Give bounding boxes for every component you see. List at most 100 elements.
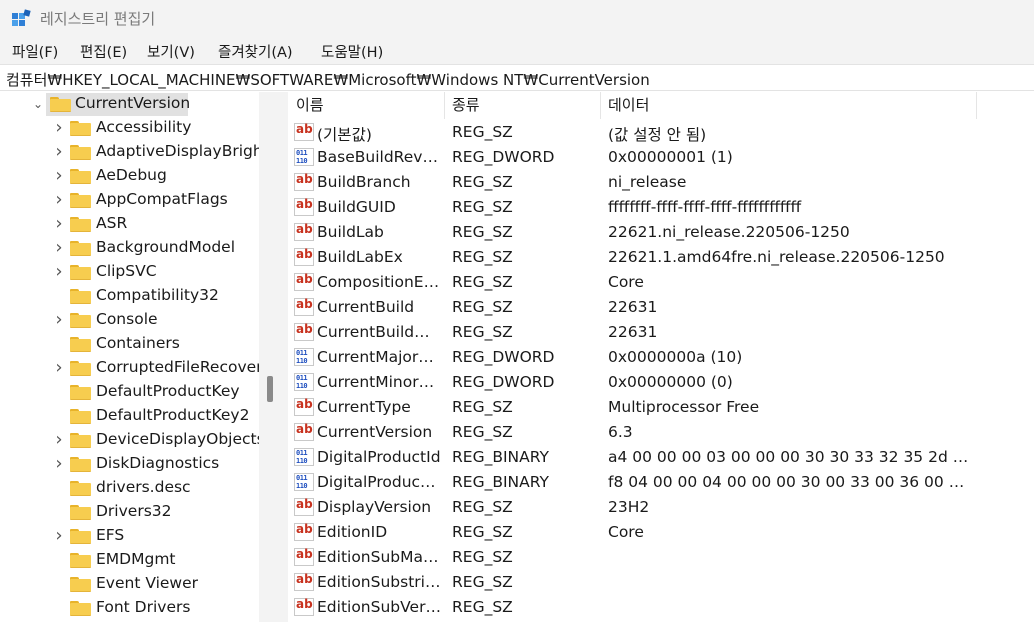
column-header-name[interactable]: 이름 <box>296 92 324 119</box>
tree-item-label: DiskDiagnostics <box>96 454 220 472</box>
value-row[interactable]: ab BuildGUID REG_SZ ffffffff-ffff-ffff-ffff… <box>288 195 1034 220</box>
tree-item-selected[interactable]: ⌄ CurrentVersion <box>0 92 259 116</box>
value-name: EditionSubstring <box>317 573 441 591</box>
address-bar[interactable]: 컴퓨터₩HKEY_LOCAL_MACHINE₩SOFTWARE₩Microsof… <box>0 64 1034 91</box>
tree-item[interactable]: Containers <box>0 332 259 356</box>
tree-scrollbar-thumb[interactable] <box>267 376 273 402</box>
value-name: EditionSubMan... <box>317 548 441 566</box>
value-row[interactable]: 011 110 CurrentMajorV... REG_DWORD 0x0000000… <box>288 345 1034 370</box>
tree-item[interactable]: Drivers32 <box>0 500 259 524</box>
tree-item[interactable]: › BackgroundModel <box>0 236 259 260</box>
value-row[interactable]: 011 110 CurrentMinorV... REG_DWORD 0x0000000… <box>288 370 1034 395</box>
chevron-right-icon[interactable]: › <box>52 428 66 452</box>
column-header-type[interactable]: 종류 <box>452 92 480 119</box>
folder-icon <box>70 553 91 568</box>
value-type: REG_SZ <box>452 598 513 616</box>
tree-item[interactable]: › ClipSVC <box>0 260 259 284</box>
reg-sz-ab-icon: ab <box>294 522 314 541</box>
chevron-right-icon[interactable]: › <box>52 356 66 380</box>
value-type: REG_SZ <box>452 573 513 591</box>
column-divider[interactable] <box>976 92 977 119</box>
column-divider[interactable] <box>600 92 601 119</box>
tree-item[interactable]: › ASR <box>0 212 259 236</box>
folder-icon <box>70 241 91 256</box>
tree-item-label: Accessibility <box>96 118 192 136</box>
value-name: BuildLabEx <box>317 248 403 266</box>
value-row[interactable]: 011 110 BaseBuildRevisi... REG_DWORD 0x00000… <box>288 145 1034 170</box>
value-row[interactable]: ab EditionSubVersi... REG_SZ <box>288 595 1034 620</box>
value-row[interactable]: 011 110 DigitalProductId REG_BINARY a4 00 00… <box>288 445 1034 470</box>
tree-item[interactable]: › Accessibility <box>0 116 259 140</box>
tree-scrollbar[interactable] <box>259 92 276 622</box>
tree-item[interactable]: DefaultProductKey2 <box>0 404 259 428</box>
value-data: 22621.1.amd64fre.ni_release.220506-1250 <box>608 248 945 266</box>
tree-item[interactable]: DefaultProductKey <box>0 380 259 404</box>
value-row[interactable]: ab DisplayVersion REG_SZ 23H2 <box>288 495 1034 520</box>
tree-item[interactable]: › DiskDiagnostics <box>0 452 259 476</box>
value-row[interactable]: ab CompositionEd... REG_SZ Core <box>288 270 1034 295</box>
folder-icon <box>70 289 91 304</box>
reg-sz-ab-icon: ab <box>294 322 314 341</box>
tree-item[interactable]: › AppCompatFlags <box>0 188 259 212</box>
tree-item[interactable]: › AdaptiveDisplayBright <box>0 140 268 164</box>
value-row[interactable]: ab CurrentVersion REG_SZ 6.3 <box>288 420 1034 445</box>
value-row[interactable]: ab CurrentType REG_SZ Multiprocessor Free <box>288 395 1034 420</box>
value-data: 6.3 <box>608 423 633 441</box>
chevron-down-icon[interactable]: ⌄ <box>31 92 45 116</box>
chevron-right-icon[interactable]: › <box>52 164 66 188</box>
tree-item[interactable]: › Console <box>0 308 259 332</box>
reg-sz-ab-icon: ab <box>294 272 314 291</box>
value-row[interactable]: ab BuildLab REG_SZ 22621.ni_release.220506-… <box>288 220 1034 245</box>
menu-help[interactable]: 도움말(H) <box>321 41 383 62</box>
tree-item[interactable]: › CorruptedFileRecovery <box>0 356 271 380</box>
chevron-right-icon[interactable]: › <box>52 260 66 284</box>
tree-item[interactable]: Font Drivers <box>0 596 259 620</box>
value-row[interactable]: ab EditionSubMan... REG_SZ <box>288 545 1034 570</box>
column-divider[interactable] <box>444 92 445 119</box>
chevron-right-icon[interactable]: › <box>52 116 66 140</box>
tree-item-label: Drivers32 <box>96 502 172 520</box>
chevron-right-icon[interactable]: › <box>52 452 66 476</box>
tree-item[interactable]: Event Viewer <box>0 572 259 596</box>
chevron-right-icon[interactable]: › <box>52 308 66 332</box>
value-row[interactable]: ab BuildBranch REG_SZ ni_release <box>288 170 1034 195</box>
value-row[interactable]: ab (기본값) REG_SZ (값 설정 안 됨) <box>288 120 1034 145</box>
chevron-right-icon[interactable]: › <box>52 212 66 236</box>
column-header-data[interactable]: 데이터 <box>608 92 649 119</box>
tree-item[interactable]: EMDMgmt <box>0 548 259 572</box>
value-row[interactable]: ab CurrentBuild REG_SZ 22631 <box>288 295 1034 320</box>
tree-item[interactable]: › AeDebug <box>0 164 259 188</box>
value-data: Core <box>608 523 644 541</box>
menu-file[interactable]: 파일(F) <box>12 41 58 62</box>
value-row[interactable]: ab BuildLabEx REG_SZ 22621.1.amd64fre.ni_re… <box>288 245 1034 270</box>
value-row[interactable]: ab EditionSubstring REG_SZ <box>288 570 1034 595</box>
menu-favorites[interactable]: 즐겨찾기(A) <box>218 41 293 62</box>
chevron-right-icon[interactable]: › <box>52 524 66 548</box>
folder-icon <box>70 505 91 520</box>
tree-item[interactable]: › DeviceDisplayObjects <box>0 428 264 452</box>
tree-item-label: Event Viewer <box>96 574 199 592</box>
reg-binary-icon: 011 110 <box>294 348 314 366</box>
tree-item[interactable]: drivers.desc <box>0 476 259 500</box>
value-row[interactable]: 011 110 DigitalProductI... REG_BINARY f8 04 … <box>288 470 1034 495</box>
menu-bar: 파일(F) 편집(E) 보기(V) 즐겨찾기(A) 도움말(H) <box>0 38 1034 64</box>
tree-item[interactable]: Compatibility32 <box>0 284 259 308</box>
tree-item-label: CurrentVersion <box>75 94 191 112</box>
pane-splitter[interactable] <box>276 92 288 622</box>
chevron-right-icon[interactable]: › <box>52 188 66 212</box>
tree-item[interactable]: › EFS <box>0 524 259 548</box>
value-type: REG_SZ <box>452 273 513 291</box>
chevron-right-icon[interactable]: › <box>52 140 66 164</box>
menu-edit[interactable]: 편집(E) <box>80 41 127 62</box>
key-tree[interactable]: ⌄ CurrentVersion › Accessibility › Adaptive… <box>0 92 276 622</box>
value-row[interactable]: ab EditionID REG_SZ Core <box>288 520 1034 545</box>
value-name: (기본값) <box>317 126 372 144</box>
value-row[interactable]: ab CurrentBuildNu... REG_SZ 22631 <box>288 320 1034 345</box>
chevron-right-icon[interactable]: › <box>52 236 66 260</box>
tree-item-label: CorruptedFileRecovery <box>96 358 272 376</box>
menu-view[interactable]: 보기(V) <box>147 41 195 62</box>
address-path[interactable]: 컴퓨터₩HKEY_LOCAL_MACHINE₩SOFTWARE₩Microsof… <box>6 69 650 90</box>
value-type: REG_SZ <box>452 548 513 566</box>
value-name: BuildGUID <box>317 198 396 216</box>
values-list[interactable]: 이름 종류 데이터 ab (기본값) REG_SZ (값 설정 안 됨) 011 110 B… <box>288 92 1034 622</box>
